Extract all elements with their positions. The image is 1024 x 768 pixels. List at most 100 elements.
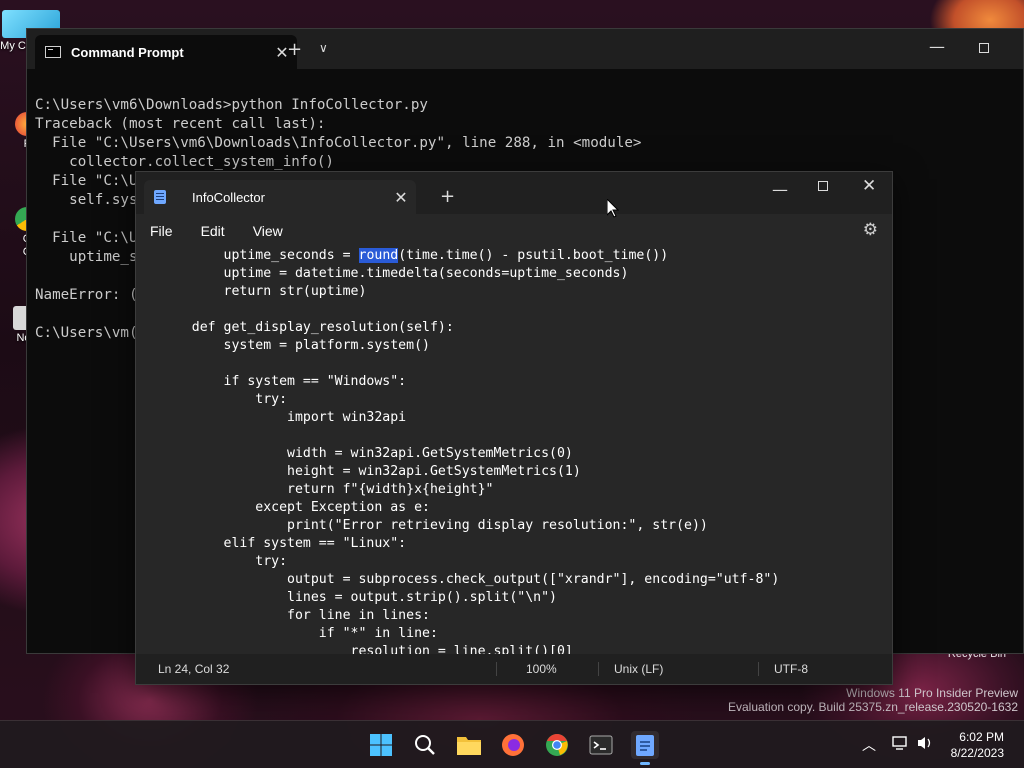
cmd-tab[interactable]: Command Prompt ✕ xyxy=(35,35,297,69)
code-text[interactable]: uptime_seconds = round(time.time() - psu… xyxy=(160,248,779,654)
minimize-button[interactable]: — xyxy=(929,37,945,56)
search-button[interactable] xyxy=(411,731,439,759)
mouse-pointer-icon xyxy=(606,197,620,222)
os-watermark: Windows 11 Pro Insider Preview Evaluatio… xyxy=(728,686,1018,714)
notepad-tab[interactable]: InfoCollector ✕ xyxy=(144,180,416,214)
code-segment: return f"{width}x{height}" xyxy=(160,482,494,497)
notepad-button[interactable] xyxy=(631,731,659,765)
cmd-tab-title: Command Prompt xyxy=(71,44,184,60)
code-line: lines = output.strip().split("\n") xyxy=(160,589,779,607)
chevron-up-icon[interactable]: ︿ xyxy=(862,735,876,755)
terminal-button[interactable] xyxy=(587,731,615,759)
folder-icon xyxy=(457,737,481,755)
code-segment: if system == "Windows": xyxy=(160,374,407,389)
cmd-line: collector.collect_system_info() xyxy=(35,154,334,170)
start-button[interactable] xyxy=(367,731,395,759)
maximize-button[interactable] xyxy=(818,181,828,191)
status-divider xyxy=(598,662,599,676)
code-line: if "*" in line: xyxy=(160,625,779,643)
code-line: uptime = datetime.timedelta(seconds=upti… xyxy=(160,265,779,283)
notepad-icon xyxy=(636,735,654,756)
notepad-icon xyxy=(154,190,166,204)
menu-view[interactable]: View xyxy=(239,223,297,239)
code-segment: if "*" in line: xyxy=(160,626,438,641)
status-line-ending[interactable]: Unix (LF) xyxy=(614,662,663,676)
firefox-button[interactable] xyxy=(499,731,527,759)
clock-time: 6:02 PM xyxy=(959,730,1004,744)
system-clock[interactable]: 6:02 PM 8/22/2023 xyxy=(951,729,1004,761)
code-line: def get_display_resolution(self): xyxy=(160,319,779,337)
close-window-button[interactable]: ✕ xyxy=(862,176,876,196)
code-segment: resolution = line.split()[0] xyxy=(160,644,573,654)
code-segment: output = subprocess.check_output(["xrand… xyxy=(160,572,780,587)
code-line: system = platform.system() xyxy=(160,337,779,355)
status-position: Ln 24, Col 32 xyxy=(158,662,230,676)
new-tab-button[interactable]: + xyxy=(440,186,455,207)
windows-logo-icon xyxy=(370,734,392,756)
cmd-line: File "C:\Users\vm6\Downloads\InfoCollect… xyxy=(35,135,642,151)
status-encoding[interactable]: UTF-8 xyxy=(774,662,808,676)
code-segment: for line in lines: xyxy=(160,608,430,623)
code-segment: return str(uptime) xyxy=(160,284,367,299)
volume-icon[interactable] xyxy=(916,735,934,755)
file-explorer-button[interactable] xyxy=(455,731,483,759)
code-segment: try: xyxy=(160,554,288,569)
code-segment: print("Error retrieving display resoluti… xyxy=(160,518,708,533)
menu-edit[interactable]: Edit xyxy=(187,223,239,239)
cmd-line: C:\Users\vm6\Downloads>python InfoCollec… xyxy=(35,97,428,113)
cmd-titlebar[interactable]: Command Prompt ✕ + ∨ — xyxy=(27,29,1023,69)
code-segment: (time.time() - psutil.boot_time()) xyxy=(398,248,669,263)
code-line: try: xyxy=(160,391,779,409)
chrome-icon xyxy=(546,734,568,756)
selected-text: round xyxy=(358,248,399,263)
code-segment: lines = output.strip().split("\n") xyxy=(160,590,557,605)
code-line: print("Error retrieving display resoluti… xyxy=(160,517,779,535)
notepad-titlebar[interactable]: InfoCollector ✕ + — ✕ xyxy=(136,172,892,214)
code-line: resolution = line.split()[0] xyxy=(160,643,779,654)
code-segment: system = platform.system() xyxy=(160,338,430,353)
new-tab-button[interactable]: + xyxy=(287,39,302,60)
code-line: for line in lines: xyxy=(160,607,779,625)
chevron-down-icon[interactable]: ∨ xyxy=(319,41,328,55)
minimize-button[interactable]: — xyxy=(772,180,788,199)
code-segment: except Exception as e: xyxy=(160,500,430,515)
firefox-icon xyxy=(502,734,524,756)
search-icon xyxy=(415,735,435,755)
chrome-button[interactable] xyxy=(543,731,571,759)
terminal-icon xyxy=(589,735,613,755)
code-line: return f"{width}x{height}" xyxy=(160,481,779,499)
code-segment: def get_display_resolution(self): xyxy=(160,320,454,335)
code-line: try: xyxy=(160,553,779,571)
code-segment: import win32api xyxy=(160,410,407,425)
code-line: elif system == "Linux": xyxy=(160,535,779,553)
notepad-menubar: File Edit View xyxy=(136,214,892,248)
code-line: width = win32api.GetSystemMetrics(0) xyxy=(160,445,779,463)
code-line: if system == "Windows": xyxy=(160,373,779,391)
code-segment: try: xyxy=(160,392,288,407)
code-line: uptime_seconds = round(time.time() - psu… xyxy=(160,248,779,265)
gear-icon[interactable]: ⚙ xyxy=(863,220,878,240)
text-editor[interactable]: uptime_seconds = round(time.time() - psu… xyxy=(136,248,892,654)
taskbar: ︿ 6:02 PM 8/22/2023 xyxy=(0,720,1024,768)
status-zoom[interactable]: 100% xyxy=(526,662,557,676)
clock-date: 8/22/2023 xyxy=(950,746,1004,760)
network-icon[interactable] xyxy=(892,735,910,755)
code-segment: elif system == "Linux": xyxy=(160,536,407,551)
close-icon[interactable]: ✕ xyxy=(386,188,416,207)
maximize-button[interactable] xyxy=(979,43,989,53)
code-line: height = win32api.GetSystemMetrics(1) xyxy=(160,463,779,481)
code-segment: uptime_seconds = xyxy=(160,248,359,263)
code-line: return str(uptime) xyxy=(160,283,779,301)
terminal-icon xyxy=(45,46,61,58)
notepad-window[interactable]: InfoCollector ✕ + — ✕ File Edit View ⚙ u… xyxy=(135,171,893,685)
cmd-line: Traceback (most recent call last): xyxy=(35,116,326,132)
code-line: output = subprocess.check_output(["xrand… xyxy=(160,571,779,589)
code-line: except Exception as e: xyxy=(160,499,779,517)
code-line: import win32api xyxy=(160,409,779,427)
menu-file[interactable]: File xyxy=(136,223,187,239)
code-segment: height = win32api.GetSystemMetrics(1) xyxy=(160,464,581,479)
status-divider xyxy=(758,662,759,676)
